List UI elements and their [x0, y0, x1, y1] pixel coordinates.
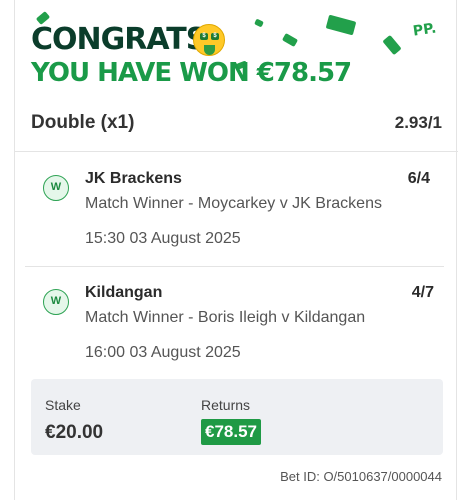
selection-market: Match Winner - Moycarkey v JK Brackens	[85, 195, 382, 212]
returns-label: Returns	[201, 397, 251, 413]
selection-leg: W Kildangan 4/7 Match Winner - Boris Ile…	[15, 267, 458, 381]
banknote-confetti-icon	[254, 18, 264, 28]
selection-market: Match Winner - Boris Ileigh v Kildangan	[85, 309, 366, 326]
selection-leg: W JK Brackens 6/4 Match Winner - Moycark…	[25, 153, 444, 267]
selection-time: 16:00 03 August 2025	[85, 344, 241, 361]
bet-id: Bet ID: O/5010637/0000044	[280, 469, 442, 484]
banknote-confetti-icon	[325, 14, 357, 36]
brand-logo: PP.	[411, 20, 438, 40]
selection-name: Kildangan	[85, 284, 163, 301]
win-banner: CONGRATS! $ $ YOU HAVE WON €78.57 PP.	[15, 0, 458, 96]
selection-name: JK Brackens	[85, 170, 182, 187]
bet-summary: Stake Returns €20.00 €78.57	[31, 379, 443, 455]
selection-odds: 6/4	[407, 170, 430, 187]
banknote-confetti-icon	[382, 34, 402, 56]
selection-time: 15:30 03 August 2025	[85, 230, 241, 247]
returns-value: €78.57	[201, 419, 261, 445]
bet-header: Double (x1) 2.93/1	[15, 100, 458, 152]
money-mouth-face-icon: $ $	[193, 24, 225, 56]
win-amount-headline: YOU HAVE WON €78.57	[31, 58, 352, 88]
banknote-confetti-icon	[281, 33, 299, 47]
congrats-headline: CONGRATS!	[31, 22, 220, 57]
stake-value: €20.00	[45, 422, 104, 443]
selection-odds: 4/7	[411, 284, 434, 301]
stake-label: Stake	[45, 397, 81, 413]
bet-type: Double (x1)	[31, 112, 135, 133]
win-status-badge: W	[43, 175, 69, 201]
win-status-badge: W	[43, 289, 69, 315]
bet-receipt-card: CONGRATS! $ $ YOU HAVE WON €78.57 PP. Dou…	[14, 0, 458, 500]
bet-odds: 2.93/1	[394, 113, 442, 132]
